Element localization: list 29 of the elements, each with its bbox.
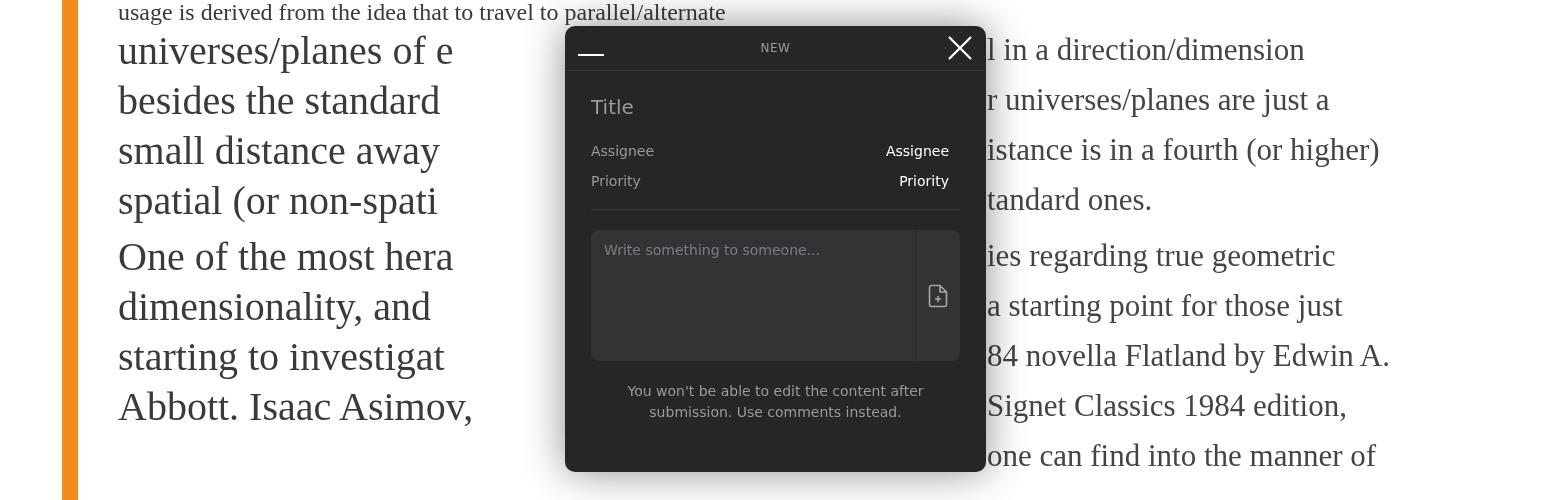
close-icon <box>947 35 973 61</box>
article-text-line: Abbott. Isaac Asimov, <box>118 382 475 430</box>
article-text-line: usage is derived from the idea that to travel to parallel/alternate <box>118 0 727 24</box>
article-text-line: r universes/planes are just a <box>987 82 1331 118</box>
article-text-line: small distance away <box>118 126 442 174</box>
field-selector[interactable]: Priority <box>899 173 949 189</box>
article-text-line: one can find into the manner of <box>987 438 1378 474</box>
article-text-line: tandard ones. <box>987 182 1154 218</box>
file-plus-icon <box>928 283 948 308</box>
article-text-line: ies regarding true geometric <box>987 238 1337 274</box>
article-text-line: 84 novella Flatland by Edwin A. <box>987 338 1390 374</box>
article-text-line: besides the standard <box>118 76 442 124</box>
field-label: Assignee <box>591 143 655 159</box>
title-field[interactable]: Title <box>591 93 960 121</box>
dialog-title: NEW <box>760 41 791 55</box>
article-text-line: One of the most hera <box>118 232 455 280</box>
article-text-line: a starting point for those just <box>987 288 1344 324</box>
close-button[interactable] <box>947 35 973 61</box>
attach-file-button[interactable] <box>915 230 960 361</box>
field-selector[interactable]: Assignee <box>885 143 949 159</box>
article-text-line: starting to investigat <box>118 332 446 380</box>
article-text-line: universes/planes of e <box>118 26 455 74</box>
field-label: Priority <box>591 173 641 189</box>
article-text-line: istance is in a fourth (or higher) <box>987 132 1381 168</box>
article-text-line: spatial (or non-spati <box>118 176 439 224</box>
submission-note: You won't be able to edit the content after submission. Use comments instead. <box>626 382 925 422</box>
article-text-line: Signet Classics 1984 edition, <box>987 388 1348 424</box>
article-text-line: dimensionality, and <box>118 282 432 330</box>
article-text-line: l in a direction/dimension <box>987 32 1306 68</box>
